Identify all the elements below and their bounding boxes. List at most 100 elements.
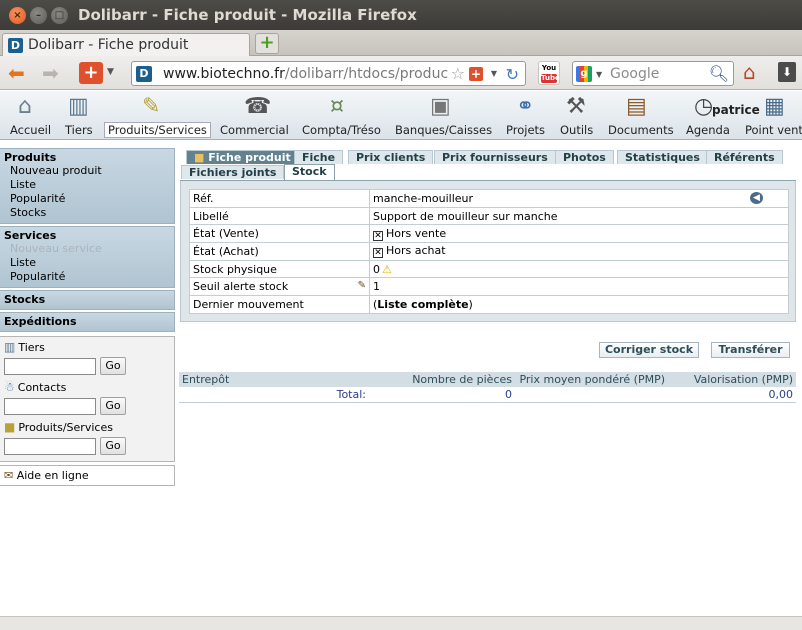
tab-statistiques[interactable]: Statistiques bbox=[617, 150, 708, 164]
dolibarr-top-menu: ⌂ Accueil ▥ Tiers ✎ Produits/Services ☎ … bbox=[0, 91, 802, 140]
header-entrepot: Entrepôt bbox=[179, 372, 369, 387]
tab-photos[interactable]: Photos bbox=[555, 150, 614, 164]
google-engine-icon[interactable]: g bbox=[576, 66, 592, 82]
window-maximize-button[interactable]: □ bbox=[51, 7, 68, 24]
forward-button[interactable]: ➡ bbox=[42, 62, 59, 84]
left-item-liste-services[interactable]: Liste bbox=[4, 256, 170, 270]
url-text[interactable]: www.biotechno.fr/dolibarr/htdocs/produc bbox=[163, 66, 448, 82]
menu-tiers[interactable]: ▥ Tiers bbox=[62, 91, 98, 139]
contact-icon: ☃ bbox=[4, 380, 15, 394]
new-tab-button[interactable]: + bbox=[255, 33, 279, 54]
menu-compta-treso[interactable]: ¤ Compta/Tréso bbox=[300, 91, 382, 139]
ref-value-cell: manche-mouilleur ◀ bbox=[369, 189, 789, 208]
ref-label: Réf. bbox=[189, 189, 370, 208]
tab-referents[interactable]: Référents bbox=[706, 150, 783, 164]
search-tiers-input[interactable] bbox=[4, 357, 96, 375]
url-addon-icon[interactable]: + bbox=[469, 67, 483, 81]
search-produits-go-button[interactable]: Go bbox=[100, 437, 126, 455]
tab-prix-fournisseurs[interactable]: Prix fournisseurs bbox=[434, 150, 556, 164]
menu-label: Projets bbox=[506, 123, 546, 137]
product-info-table: Réf. manche-mouilleur ◀ Libellé Support d… bbox=[189, 189, 789, 314]
menu-documents[interactable]: ▤ Documents bbox=[606, 91, 674, 139]
table-row: Stock physique 0 ⚠ bbox=[189, 259, 789, 279]
url-bar[interactable]: D www.biotechno.fr/dolibarr/htdocs/produ… bbox=[131, 61, 526, 86]
menu-point-vente[interactable]: ▦ Point vente bbox=[742, 91, 802, 139]
left-head-services[interactable]: Services bbox=[4, 229, 170, 242]
warning-icon: ⚠ bbox=[382, 262, 392, 276]
tab-fichiers-joints[interactable]: Fichiers joints bbox=[181, 165, 285, 179]
menu-outils[interactable]: ⚒ Outils bbox=[558, 91, 596, 139]
addon-dropdown-icon[interactable]: ▼ bbox=[107, 67, 114, 77]
menu-banques-caisses[interactable]: ▣ Banques/Caisses bbox=[393, 91, 493, 139]
search-tiers-go-button[interactable]: Go bbox=[100, 357, 126, 375]
navigation-toolbar: ⬅ ➡ + ▼ D www.biotechno.fr/dolibarr/htdo… bbox=[0, 56, 802, 90]
browser-tab[interactable]: D Dolibarr - Fiche produit bbox=[2, 33, 250, 57]
reload-icon[interactable]: ↻ bbox=[506, 65, 519, 84]
header-nombre-pieces: Nombre de pièces bbox=[369, 372, 515, 387]
search-box[interactable]: g ▼ Google 🔍︎ bbox=[572, 61, 734, 86]
search-magnifier-icon[interactable]: 🔍︎ bbox=[709, 64, 729, 83]
window-close-button[interactable]: × bbox=[9, 7, 26, 24]
downloads-icon[interactable]: ⬇ bbox=[778, 62, 796, 82]
project-icon: ⚭ bbox=[516, 94, 535, 119]
edit-pencil-icon[interactable]: ✎ bbox=[358, 280, 366, 291]
left-head-expeditions[interactable]: Expéditions bbox=[4, 315, 170, 328]
etat-vente-value: Hors vente bbox=[386, 226, 447, 240]
menu-accueil[interactable]: ⌂ Accueil bbox=[8, 91, 52, 139]
tab-fiche[interactable]: Fiche bbox=[294, 150, 344, 164]
quick-search-panel: ▥ Tiers Go ☃ Contacts Go ■ Produits/Service… bbox=[0, 336, 175, 462]
dernier-mouvement-cell: (Liste complète) bbox=[369, 295, 789, 314]
libelle-value: Support de mouilleur sur manche bbox=[369, 206, 789, 226]
url-history-dropdown-icon[interactable]: ▼ bbox=[491, 69, 497, 78]
stock-physique-cell: 0 ⚠ bbox=[369, 259, 789, 279]
left-head-stocks[interactable]: Stocks bbox=[4, 293, 170, 306]
search-tiers-label: ▥ Tiers bbox=[4, 339, 170, 356]
liste-complete-link[interactable]: Liste complète bbox=[377, 298, 468, 311]
money-icon: ¤ bbox=[330, 94, 344, 119]
menu-label: Agenda bbox=[686, 123, 730, 137]
tab-stock[interactable]: Stock bbox=[284, 164, 335, 180]
table-row: Total: 0 0,00 bbox=[179, 387, 796, 403]
addon-plus-icon[interactable]: + bbox=[79, 62, 103, 84]
left-item-popularite-services[interactable]: Popularité bbox=[4, 270, 170, 284]
tab-prix-clients[interactable]: Prix clients bbox=[348, 150, 434, 164]
seuil-label-cell: Seuil alerte stock ✎ bbox=[189, 277, 370, 297]
left-item-stocks-produits[interactable]: Stocks bbox=[4, 206, 170, 220]
back-button[interactable]: ⬅ bbox=[8, 62, 25, 84]
previous-arrow-icon[interactable]: ◀ bbox=[750, 191, 763, 204]
search-contacts-group: ☃ Contacts Go bbox=[4, 379, 170, 416]
search-input[interactable]: Google bbox=[610, 66, 659, 82]
menu-commercial[interactable]: ☎ Commercial bbox=[218, 91, 290, 139]
site-identity-icon[interactable]: D bbox=[136, 66, 152, 82]
help-link[interactable]: ✉ Aide en ligne bbox=[0, 465, 175, 486]
left-item-liste-produits[interactable]: Liste bbox=[4, 178, 170, 192]
left-item-nouveau-produit[interactable]: Nouveau produit bbox=[4, 164, 170, 178]
bookmark-star-icon[interactable]: ☆ bbox=[450, 64, 465, 83]
search-engine-dropdown-icon[interactable]: ▼ bbox=[596, 70, 602, 79]
left-item-popularite-produits[interactable]: Popularité bbox=[4, 192, 170, 206]
tab-fiche-produit[interactable]: ■ Fiche produit bbox=[186, 150, 299, 164]
product-icon: ■ bbox=[4, 420, 16, 434]
left-block-services: Services Nouveau service Liste Popularit… bbox=[0, 226, 175, 288]
left-head-produits[interactable]: Produits bbox=[4, 151, 170, 164]
commercial-icon: ☎ bbox=[244, 94, 272, 119]
menu-label: Compta/Tréso bbox=[302, 123, 381, 137]
search-tiers-text: Tiers bbox=[18, 341, 45, 354]
search-contacts-input[interactable] bbox=[4, 397, 96, 415]
header-valorisation: Valorisation (PMP) bbox=[668, 372, 796, 387]
left-block-expeditions: Expéditions bbox=[0, 312, 175, 332]
search-contacts-go-button[interactable]: Go bbox=[100, 397, 126, 415]
tab-label: Fiche produit bbox=[208, 151, 291, 164]
menu-projets[interactable]: ⚭ Projets bbox=[504, 91, 550, 139]
browser-tab-strip: D Dolibarr - Fiche produit + bbox=[0, 30, 802, 57]
safe-icon: ▣ bbox=[430, 94, 451, 119]
menu-produits-services[interactable]: ✎ Produits/Services bbox=[104, 91, 211, 139]
youtube-icon[interactable]: You Tube bbox=[538, 61, 560, 85]
search-contacts-text: Contacts bbox=[17, 381, 67, 394]
corriger-stock-button[interactable]: Corriger stock bbox=[599, 342, 699, 358]
home-icon[interactable]: ⌂ bbox=[743, 60, 756, 84]
window-minimize-button[interactable]: – bbox=[30, 7, 47, 24]
search-contacts-label: ☃ Contacts bbox=[4, 379, 170, 396]
search-produits-input[interactable] bbox=[4, 437, 96, 455]
transferer-button[interactable]: Transférer bbox=[711, 342, 790, 358]
